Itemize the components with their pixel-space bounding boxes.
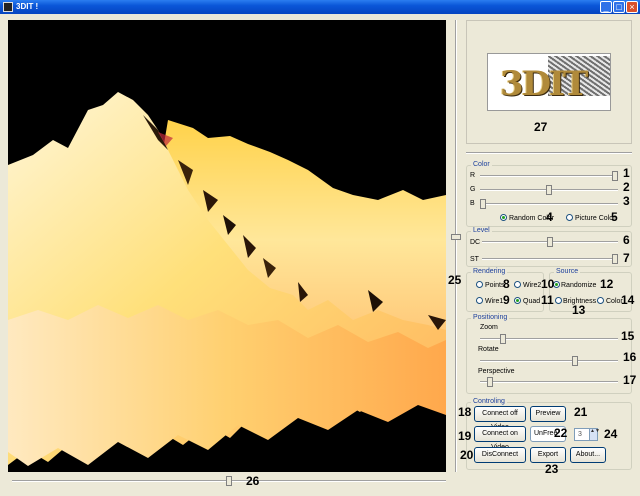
b-slider-thumb[interactable]	[480, 199, 486, 209]
render-viewport[interactable]	[8, 20, 446, 472]
color-group-title: Color	[471, 161, 492, 168]
preview-button[interactable]: Preview	[530, 406, 566, 422]
b-label: B	[470, 200, 475, 207]
close-icon[interactable]: ×	[626, 1, 638, 13]
color-source-radio[interactable]	[597, 297, 604, 304]
callout-6: 6	[623, 233, 630, 247]
callout-24: 24	[604, 427, 618, 441]
minimize-icon[interactable]: _	[600, 1, 612, 13]
callout-13: 13	[572, 303, 586, 317]
random-color-radio[interactable]	[500, 214, 507, 221]
horizontal-view-slider[interactable]	[12, 476, 446, 486]
perspective-slider-thumb[interactable]	[487, 377, 493, 387]
rotate-label: Rotate	[478, 346, 499, 353]
source-group: Source	[549, 268, 632, 312]
positioning-group-title: Positioning	[471, 314, 510, 321]
export-button[interactable]: Export	[530, 447, 566, 463]
zoom-label: Zoom	[480, 324, 498, 331]
g-slider[interactable]	[480, 185, 618, 195]
wire1-label[interactable]: Wire1	[485, 298, 503, 305]
quad-label[interactable]: Quad	[523, 298, 540, 305]
perspective-slider[interactable]	[480, 377, 618, 387]
callout-3: 3	[623, 194, 630, 208]
g-slider-thumb[interactable]	[546, 185, 552, 195]
vertical-slider-track	[455, 20, 457, 472]
callout-25: 25	[448, 273, 462, 287]
connect-off-video-button[interactable]: Connect off Video	[474, 406, 526, 431]
rendering-group-title: Rendering	[471, 268, 508, 275]
panel-divider	[466, 148, 632, 158]
brightness-radio[interactable]	[555, 297, 562, 304]
quad-radio[interactable]	[514, 297, 521, 304]
callout-26: 26	[246, 474, 260, 488]
b-slider[interactable]	[480, 199, 618, 209]
callout-18: 18	[458, 405, 472, 419]
spinner-value: 3	[578, 431, 582, 438]
points-label[interactable]: Points	[485, 282, 504, 289]
title-bar[interactable]: 3DIT ! _ □ ×	[0, 0, 640, 14]
st-slider[interactable]	[482, 254, 618, 264]
callout-10: 10	[541, 277, 555, 291]
wire2-label[interactable]: Wire2	[523, 282, 541, 289]
logo-image: 3DIT	[487, 53, 611, 111]
r-label: R	[470, 172, 476, 179]
horizontal-slider-thumb[interactable]	[226, 476, 232, 486]
callout-2: 2	[623, 180, 630, 194]
source-group-title: Source	[554, 268, 581, 275]
callout-17: 17	[623, 373, 637, 387]
g-label: G	[470, 186, 476, 193]
zoom-slider-thumb[interactable]	[500, 334, 506, 344]
callout-12: 12	[600, 277, 614, 291]
window-title: 3DIT !	[16, 2, 39, 11]
zoom-slider[interactable]	[480, 334, 618, 344]
frame-spinner[interactable]: 3 ▲▼	[574, 428, 600, 441]
disconnect-button[interactable]: DisConnect	[474, 447, 526, 463]
callout-16: 16	[623, 350, 637, 364]
callout-7: 7	[623, 251, 630, 265]
connect-on-video-button[interactable]: Connect on Video	[474, 426, 526, 451]
spinner-arrows-icon[interactable]: ▲▼	[589, 429, 600, 440]
rotate-slider-thumb[interactable]	[572, 356, 578, 366]
perspective-label: Perspective	[478, 368, 515, 375]
vertical-slider-thumb[interactable]	[451, 234, 461, 240]
rotate-slider[interactable]	[480, 356, 618, 366]
callout-9: 9	[503, 293, 510, 307]
callout-27: 27	[534, 120, 548, 134]
callout-4: 4	[546, 210, 553, 224]
callout-23: 23	[545, 462, 559, 476]
r-slider-thumb[interactable]	[612, 171, 618, 181]
maximize-icon[interactable]: □	[613, 1, 625, 13]
controlling-group-title: Controling	[471, 398, 507, 405]
picture-color-label[interactable]: Picture Color	[575, 215, 615, 222]
points-radio[interactable]	[476, 281, 483, 288]
callout-19: 19	[458, 429, 472, 443]
picture-color-radio[interactable]	[566, 214, 573, 221]
callout-14: 14	[621, 293, 635, 307]
callout-15: 15	[621, 329, 635, 343]
logo-text: 3DIT	[500, 64, 588, 104]
about-button[interactable]: About...	[570, 447, 606, 463]
callout-21: 21	[574, 405, 588, 419]
callout-11: 11	[541, 293, 554, 307]
callout-5: 5	[611, 210, 618, 224]
level-group-title: Level	[471, 227, 492, 234]
dc-label: DC	[470, 239, 481, 246]
callout-22: 22	[554, 426, 568, 440]
callout-8: 8	[503, 277, 510, 291]
dc-slider[interactable]	[482, 237, 618, 247]
st-label: ST	[470, 256, 479, 263]
wire1-radio[interactable]	[476, 297, 483, 304]
r-slider[interactable]	[480, 171, 618, 181]
terrain-render	[8, 92, 446, 466]
callout-20: 20	[460, 448, 474, 462]
app-icon	[3, 2, 13, 12]
logo-panel: 3DIT	[466, 20, 632, 144]
st-slider-thumb[interactable]	[612, 254, 618, 264]
wire2-radio[interactable]	[514, 281, 521, 288]
randomize-label[interactable]: Randomize	[561, 282, 596, 289]
callout-1: 1	[623, 166, 630, 180]
dc-slider-thumb[interactable]	[547, 237, 553, 247]
